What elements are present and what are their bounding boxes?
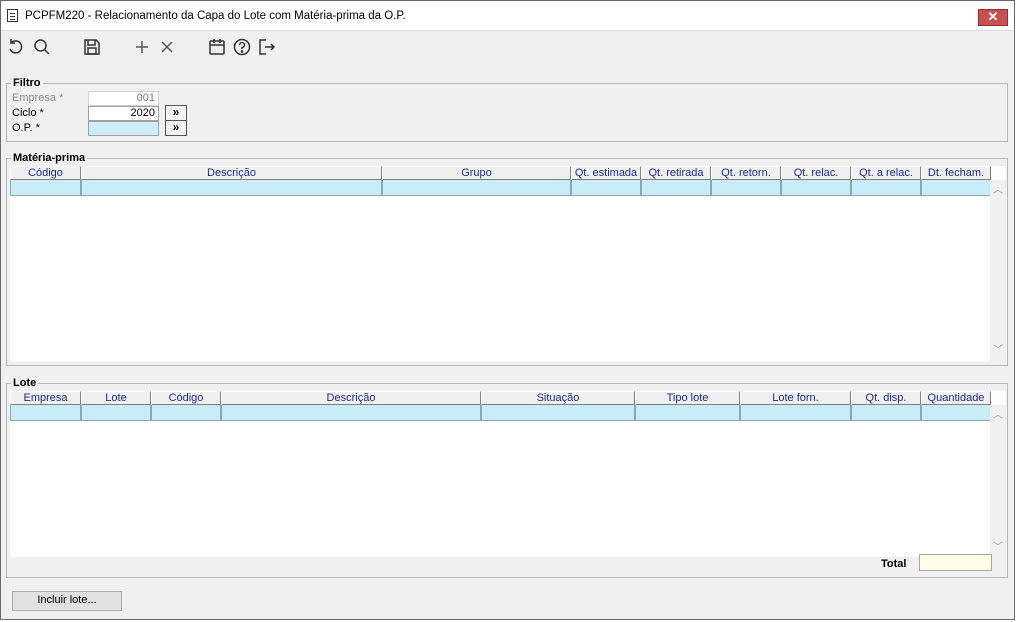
col-header[interactable]: Lote forn. [740, 391, 851, 405]
filtro-legend: Filtro [11, 77, 43, 89]
grid-cell[interactable] [635, 405, 740, 421]
window-title: PCPFM220 - Relacionamento da Capa do Lot… [25, 10, 406, 22]
col-header[interactable]: Empresa [10, 391, 81, 405]
ciclo-label: Ciclo * [12, 107, 44, 119]
grid-cell[interactable] [10, 180, 81, 196]
col-header[interactable]: Quantidade [921, 391, 991, 405]
empresa-label: Empresa * [12, 92, 64, 104]
chevron-down-icon[interactable]: ﹀ [993, 543, 1003, 553]
grid-cell[interactable] [851, 180, 921, 196]
search-icon[interactable] [32, 37, 52, 57]
col-header[interactable]: Qt. disp. [851, 391, 921, 405]
grid-cell[interactable] [711, 180, 781, 196]
col-header[interactable]: Grupo [382, 166, 571, 180]
grid-cell[interactable] [81, 180, 382, 196]
col-header[interactable]: Descrição [221, 391, 481, 405]
close-button[interactable]: ✕ [978, 9, 1008, 26]
grid-cell[interactable] [571, 180, 641, 196]
lote-group: Lote Empresa Lote Código Descrição Situa… [6, 377, 1008, 578]
ciclo-zoom-button[interactable]: » [165, 105, 187, 121]
col-header[interactable]: Descrição [81, 166, 382, 180]
add-icon[interactable] [132, 37, 152, 57]
grid-cell[interactable] [781, 180, 851, 196]
exit-icon[interactable] [257, 37, 277, 57]
grid-cell[interactable] [921, 180, 991, 196]
grid-cell[interactable] [382, 180, 571, 196]
calendar-icon[interactable] [207, 37, 227, 57]
grid-cell[interactable] [221, 405, 481, 421]
grid-cell[interactable] [851, 405, 921, 421]
materia-prima-grid[interactable]: Código Descrição Grupo Qt. estimada Qt. … [10, 166, 1006, 361]
chevron-up-icon[interactable]: ︿ [993, 411, 1003, 421]
col-header[interactable]: Código [10, 166, 81, 180]
grid-cell[interactable] [481, 405, 635, 421]
materia-prima-scrollbar[interactable]: ︿ ﹀ [990, 180, 1006, 361]
op-field[interactable] [88, 121, 159, 136]
col-header[interactable]: Código [151, 391, 221, 405]
materia-prima-group: Matéria-prima Código Descrição Grupo Qt.… [6, 152, 1008, 366]
main-window: PCPFM220 - Relacionamento da Capa do Lot… [0, 0, 1015, 620]
chevron-up-icon[interactable]: ︿ [993, 186, 1003, 196]
total-field [919, 554, 992, 571]
grid-cell[interactable] [151, 405, 221, 421]
materia-prima-legend: Matéria-prima [11, 152, 88, 164]
save-icon[interactable] [82, 37, 102, 57]
op-label: O.P. * [12, 122, 40, 134]
chevron-down-icon[interactable]: ﹀ [993, 346, 1003, 356]
col-header[interactable]: Tipo lote [635, 391, 740, 405]
col-header[interactable]: Qt. relac. [781, 166, 851, 180]
col-header[interactable]: Qt. retorn. [711, 166, 781, 180]
document-icon [7, 9, 18, 22]
col-header[interactable]: Qt. a relac. [851, 166, 921, 180]
lote-legend: Lote [11, 377, 39, 389]
col-header[interactable]: Qt. estimada [571, 166, 641, 180]
op-zoom-button[interactable]: » [165, 120, 187, 136]
empresa-field: 001 [88, 91, 159, 106]
col-header[interactable]: Dt. fecham. [921, 166, 991, 180]
grid-cell[interactable] [81, 405, 151, 421]
total-label: Total [881, 558, 907, 570]
grid-cell[interactable] [641, 180, 711, 196]
filtro-group: Filtro Empresa * 001 Ciclo * 2020 » O.P.… [6, 77, 1008, 142]
delete-icon[interactable] [157, 37, 177, 57]
lote-grid[interactable]: Empresa Lote Código Descrição Situação T… [10, 391, 1006, 557]
lote-scrollbar[interactable]: ︿ ﹀ [990, 405, 1006, 557]
grid-cell[interactable] [10, 405, 81, 421]
col-header[interactable]: Qt. retirada [641, 166, 711, 180]
undo-icon[interactable] [6, 37, 26, 57]
col-header[interactable]: Situação [481, 391, 635, 405]
grid-cell[interactable] [740, 405, 851, 421]
title-bar: PCPFM220 - Relacionamento da Capa do Lot… [1, 1, 1014, 31]
toolbar [1, 31, 1014, 61]
help-icon[interactable] [232, 37, 252, 57]
grid-cell[interactable] [921, 405, 991, 421]
ciclo-field[interactable]: 2020 [88, 106, 159, 121]
col-header[interactable]: Lote [81, 391, 151, 405]
incluir-lote-button[interactable]: Incluir lote... [12, 591, 122, 611]
